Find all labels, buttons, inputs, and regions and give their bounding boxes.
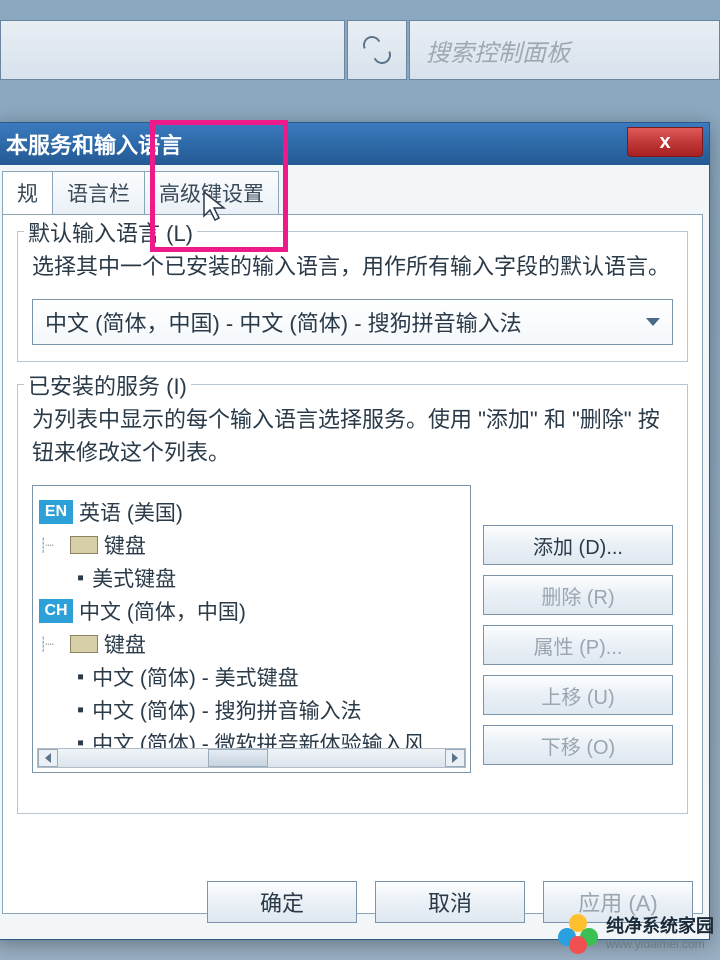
- search-field[interactable]: 搜索控制面板: [409, 20, 720, 80]
- refresh-icon: [363, 36, 391, 64]
- combobox-value: 中文 (简体，中国) - 中文 (简体) - 搜狗拼音输入法: [45, 306, 522, 338]
- watermark-url: www.yidaimei.com: [606, 937, 714, 951]
- button-label: 属性 (P)...: [534, 631, 623, 660]
- refresh-button[interactable]: [347, 20, 407, 80]
- add-button[interactable]: 添加 (D)...: [483, 525, 673, 565]
- watermark-brand: 纯净系统家园: [606, 917, 714, 937]
- search-placeholder: 搜索控制面板: [426, 33, 570, 68]
- close-icon: x: [659, 131, 670, 154]
- bullet-icon: ▪: [77, 567, 84, 590]
- tree-label: 中文 (简体) - 搜狗拼音输入法: [92, 695, 361, 725]
- tab-general[interactable]: 规: [2, 171, 53, 214]
- close-button[interactable]: x: [627, 127, 703, 157]
- keyboard-icon: [70, 635, 98, 653]
- group-legend: 已安装的服务 (I): [24, 369, 191, 401]
- move-up-button[interactable]: 上移 (U): [483, 675, 673, 715]
- cancel-button[interactable]: 取消: [375, 881, 525, 923]
- button-label: 添加 (D)...: [533, 531, 623, 560]
- keyboard-icon: [70, 536, 98, 554]
- watermark: 纯净系统家园 www.yidaimei.com: [558, 914, 714, 954]
- bullet-icon: ▪: [77, 666, 84, 689]
- group-description: 选择其中一个已安装的输入语言，用作所有输入字段的默认语言。: [32, 250, 673, 283]
- default-language-combobox[interactable]: 中文 (简体，中国) - 中文 (简体) - 搜狗拼音输入法: [32, 299, 673, 345]
- tab-advanced-key-settings[interactable]: 高级键设置: [144, 171, 279, 214]
- horizontal-scrollbar[interactable]: [37, 748, 466, 768]
- scrollbar-thumb[interactable]: [208, 749, 268, 767]
- ok-button[interactable]: 确定: [207, 881, 357, 923]
- default-input-language-group: 默认输入语言 (L) 选择其中一个已安装的输入语言，用作所有输入字段的默认语言。…: [17, 231, 688, 362]
- services-area: EN 英语 (美国) ┊┈ 键盘 ▪ 美式键盘 CH 中文 (简体，中国): [32, 485, 673, 773]
- tab-strip: 规 语言栏 高级键设置: [0, 165, 709, 214]
- tree-label: 英语 (美国): [79, 497, 183, 527]
- language-badge-ch: CH: [39, 599, 73, 623]
- group-legend: 默认输入语言 (L): [24, 216, 197, 248]
- titlebar[interactable]: 本服务和输入语言 x: [0, 123, 709, 165]
- move-down-button[interactable]: 下移 (O): [483, 725, 673, 765]
- tree-keyboard-node[interactable]: ┊┈ 键盘: [39, 530, 464, 560]
- tab-panel: 默认输入语言 (L) 选择其中一个已安装的输入语言，用作所有输入字段的默认语言。…: [2, 214, 703, 914]
- group-description: 为列表中显示的每个输入语言选择服务。使用 "添加" 和 "删除" 按钮来修改这个…: [32, 403, 673, 469]
- button-label: 确定: [260, 886, 304, 918]
- tree-ime-item[interactable]: ▪ 美式键盘: [39, 563, 464, 593]
- scroll-left-button[interactable]: [38, 749, 58, 767]
- tree-ime-item[interactable]: ▪ 中文 (简体) - 搜狗拼音输入法: [39, 695, 464, 725]
- tab-label: 规: [17, 183, 38, 206]
- tab-label: 语言栏: [67, 183, 130, 206]
- properties-button[interactable]: 属性 (P)...: [483, 625, 673, 665]
- tree-connector: ┊┈: [39, 537, 52, 554]
- tree-label: 中文 (简体) - 美式键盘: [92, 662, 298, 692]
- tree-label: 键盘: [104, 629, 146, 659]
- services-tree[interactable]: EN 英语 (美国) ┊┈ 键盘 ▪ 美式键盘 CH 中文 (简体，中国): [32, 485, 471, 773]
- tree-language-node[interactable]: EN 英语 (美国): [39, 497, 464, 527]
- button-label: 删除 (R): [541, 581, 614, 610]
- button-label: 上移 (U): [541, 681, 614, 710]
- remove-button[interactable]: 删除 (R): [483, 575, 673, 615]
- text-services-dialog: 本服务和输入语言 x 规 语言栏 高级键设置 默认输入语言 (L) 选择其中一个…: [0, 122, 710, 940]
- explorer-toolbar: 搜索控制面板: [0, 20, 720, 80]
- scroll-right-button[interactable]: [445, 749, 465, 767]
- watermark-logo-icon: [558, 914, 598, 954]
- toolbar-left-section: [0, 20, 345, 80]
- dialog-title: 本服务和输入语言: [6, 128, 182, 160]
- tree-ime-item[interactable]: ▪ 中文 (简体) - 美式键盘: [39, 662, 464, 692]
- installed-services-group: 已安装的服务 (I) 为列表中显示的每个输入语言选择服务。使用 "添加" 和 "…: [17, 384, 688, 814]
- tab-language-bar[interactable]: 语言栏: [52, 171, 145, 214]
- watermark-text-block: 纯净系统家园 www.yidaimei.com: [606, 917, 714, 951]
- language-badge-en: EN: [39, 500, 73, 524]
- tree-connector: ┊┈: [39, 636, 52, 653]
- tree-label: 键盘: [104, 530, 146, 560]
- button-label: 取消: [428, 886, 472, 918]
- button-label: 下移 (O): [541, 731, 615, 760]
- service-buttons: 添加 (D)... 删除 (R) 属性 (P)... 上移 (U) 下移 (O): [483, 485, 673, 773]
- tree-language-node[interactable]: CH 中文 (简体，中国): [39, 596, 464, 626]
- tree-keyboard-node[interactable]: ┊┈ 键盘: [39, 629, 464, 659]
- tab-label: 高级键设置: [159, 183, 264, 206]
- tree-label: 美式键盘: [92, 563, 176, 593]
- bullet-icon: ▪: [77, 699, 84, 722]
- tree-label: 中文 (简体，中国): [79, 596, 246, 626]
